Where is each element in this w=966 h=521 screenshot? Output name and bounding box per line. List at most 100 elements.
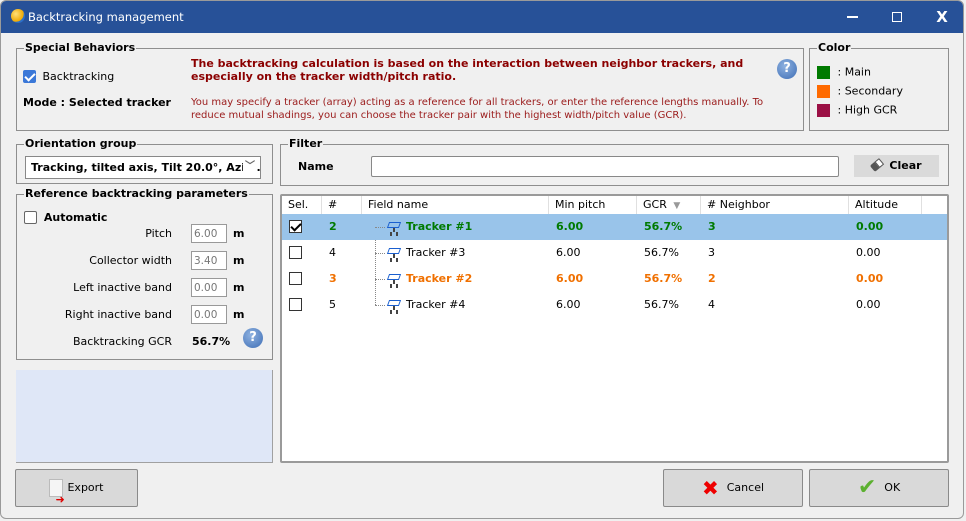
filter-legend: Filter (288, 137, 324, 150)
info-bold-text: The backtracking calculation is based on… (191, 57, 744, 83)
orientation-selected-value: Tracking, tilted axis, Tilt 20.0°, Azim.… (31, 161, 261, 174)
minimize-button[interactable] (829, 1, 875, 33)
row-altitude: 0.00 (856, 298, 881, 311)
title-bar: Backtracking management X (1, 1, 963, 33)
tracker-icon (387, 247, 401, 259)
filter-name-input[interactable] (371, 156, 839, 177)
column-header-altitude[interactable]: Altitude (849, 196, 922, 214)
tree-branch (375, 279, 385, 280)
row-min-pitch: 6.00 (556, 298, 581, 311)
row-select-checkbox[interactable] (289, 292, 302, 318)
tracker-icon (387, 273, 401, 285)
maximize-button[interactable] (874, 1, 920, 33)
table-row[interactable]: 4 Tracker #3 6.00 56.7% 3 0.00 (282, 240, 947, 266)
window-title: Backtracking management (28, 10, 184, 24)
tracker-icon (387, 221, 401, 233)
export-icon (49, 479, 65, 518)
collector-width-unit: m (233, 254, 245, 267)
row-gcr: 56.7% (644, 298, 679, 311)
filter-group: Filter Name Clear (280, 137, 949, 186)
row-number: 5 (329, 298, 336, 311)
row-neighbor: 4 (708, 298, 715, 311)
collector-width-input[interactable]: 3.40 (191, 251, 227, 270)
row-gcr: 56.7% (644, 272, 683, 285)
tree-branch (375, 253, 385, 254)
pitch-unit: m (233, 227, 245, 240)
preview-panel (16, 370, 273, 463)
param-row-right-inactive-band: Right inactive band 0.00 m (17, 305, 274, 325)
automatic-label: Automatic (43, 210, 108, 224)
color-swatch-secondary (817, 84, 830, 98)
param-row-backtracking-gcr: Backtracking GCR 56.7% (17, 332, 274, 352)
row-gcr: 56.7% (644, 220, 683, 233)
color-label-secondary: : Secondary (837, 84, 903, 98)
row-min-pitch: 6.00 (556, 220, 584, 233)
column-header-gcr[interactable]: GCR ▼ (637, 196, 701, 214)
row-select-checkbox[interactable] (289, 240, 302, 266)
backtracking-checkbox[interactable] (23, 69, 36, 83)
left-inactive-band-input[interactable]: 0.00 (191, 278, 227, 297)
column-header-number[interactable]: # (322, 196, 362, 214)
special-behaviors-legend: Special Behaviors (24, 41, 137, 54)
column-header-field-name[interactable]: Field name (362, 196, 549, 214)
row-min-pitch: 6.00 (556, 272, 584, 285)
maximize-icon (892, 12, 902, 22)
column-header-neighbor[interactable]: # Neighbor (701, 196, 849, 214)
cancel-button[interactable]: ✖ Cancel (663, 469, 803, 507)
sort-descending-icon: ▼ (673, 201, 681, 211)
right-inactive-band-unit: m (233, 308, 245, 321)
ok-label: OK (884, 481, 901, 494)
automatic-checkbox[interactable] (24, 210, 37, 224)
checkmark-icon: ✔ (857, 475, 877, 500)
row-field-name: Tracker #3 (387, 240, 465, 266)
gcr-help-icon[interactable]: ? (243, 328, 263, 348)
row-select-checkbox[interactable] (289, 266, 302, 292)
chevron-down-icon[interactable]: ﹀ (243, 160, 257, 174)
close-button[interactable]: X (919, 1, 963, 33)
pitch-input[interactable]: 6.00 (191, 224, 227, 243)
app-icon (11, 9, 25, 23)
backtracking-dialog: Backtracking management X Special Behavi… (0, 0, 964, 519)
color-item-high-gcr: : High GCR (817, 103, 897, 117)
color-label-high-gcr: : High GCR (837, 103, 898, 117)
param-row-collector-width: Collector width 3.40 m (17, 251, 274, 271)
ok-button[interactable]: ✔ OK (809, 469, 949, 507)
backtracking-gcr-value: 56.7% (192, 335, 231, 348)
row-altitude: 0.00 (856, 246, 881, 259)
backtracking-checkbox-row[interactable]: Backtracking (23, 69, 114, 83)
table-header: Sel. # Field name Min pitch GCR ▼ # Neig… (282, 196, 947, 214)
row-number: 2 (329, 220, 337, 233)
cancel-label: Cancel (726, 481, 765, 494)
clear-button[interactable]: Clear (854, 155, 939, 177)
clear-label: Clear (889, 159, 922, 172)
tracker-icon (387, 299, 401, 311)
table-row[interactable]: 3 Tracker #2 6.00 56.7% 2 0.00 (282, 266, 947, 292)
export-button[interactable]: Export (15, 469, 138, 518)
color-legend-title: Color (817, 41, 852, 54)
cancel-icon: ✖ (701, 476, 719, 500)
help-icon[interactable]: ? (777, 59, 797, 79)
tree-branch (375, 305, 385, 306)
color-legend-group: Color : Main : Secondary : High GCR (809, 41, 949, 131)
orientation-select[interactable]: Tracking, tilted axis, Tilt 20.0°, Azim.… (25, 156, 261, 179)
row-number: 3 (329, 272, 337, 285)
column-header-sel[interactable]: Sel. (282, 196, 322, 214)
table-row[interactable]: 2 Tracker #1 6.00 56.7% 3 0.00 (282, 214, 947, 240)
row-select-checkbox[interactable] (289, 214, 302, 240)
eraser-icon (870, 158, 885, 172)
mode-label: Mode : Selected tracker (23, 96, 171, 109)
table-row[interactable]: 5 Tracker #4 6.00 56.7% 4 0.00 (282, 292, 947, 318)
reference-parameters-legend: Reference backtracking parameters (24, 187, 249, 200)
left-inactive-band-label: Left inactive band (73, 281, 172, 294)
row-field-name: Tracker #1 (387, 214, 472, 240)
special-behaviors-group: Special Behaviors Backtracking Mode : Se… (16, 41, 804, 131)
pitch-label: Pitch (145, 227, 172, 240)
row-neighbor: 2 (708, 272, 716, 285)
right-inactive-band-input[interactable]: 0.00 (191, 305, 227, 324)
automatic-checkbox-row[interactable]: Automatic (24, 210, 107, 224)
column-header-min-pitch[interactable]: Min pitch (549, 196, 637, 214)
tree-branch (375, 227, 385, 228)
orientation-legend: Orientation group (24, 137, 138, 150)
row-number: 4 (329, 246, 336, 259)
row-neighbor: 3 (708, 246, 715, 259)
